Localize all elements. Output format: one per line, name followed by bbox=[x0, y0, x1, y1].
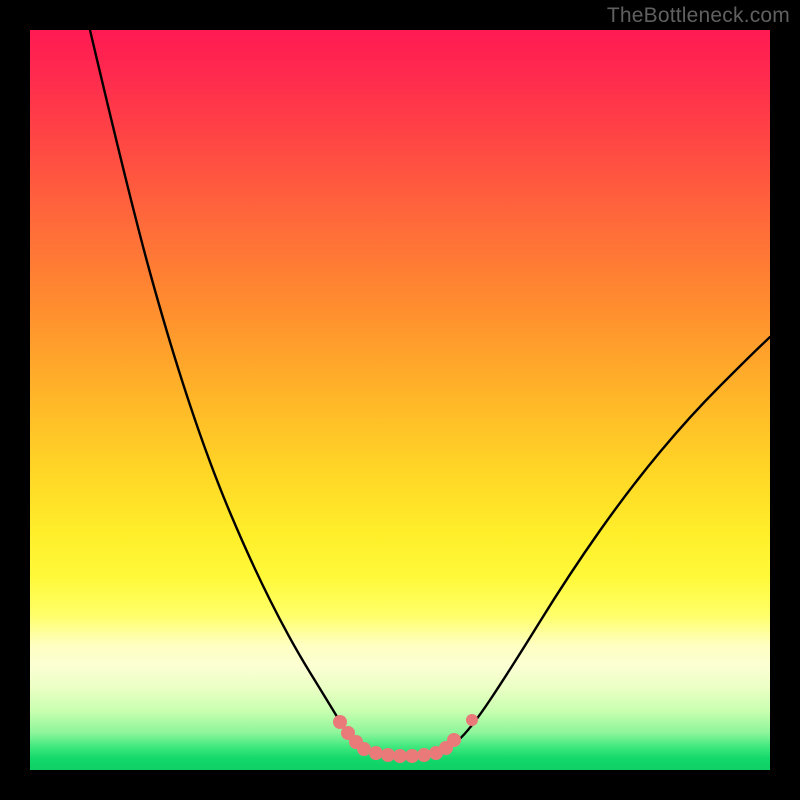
chart-frame: TheBottleneck.com bbox=[0, 0, 800, 800]
watermark-text: TheBottleneck.com bbox=[607, 4, 790, 28]
marker-dot bbox=[381, 748, 395, 762]
marker-dot bbox=[405, 749, 419, 763]
plot-area bbox=[30, 30, 770, 770]
marker-dot bbox=[369, 746, 383, 760]
chart-svg bbox=[30, 30, 770, 770]
marker-dot bbox=[447, 733, 461, 747]
marker-dot bbox=[357, 742, 371, 756]
bottleneck-curve bbox=[90, 30, 770, 756]
marker-group bbox=[333, 714, 478, 763]
marker-dot bbox=[466, 714, 478, 726]
marker-dot bbox=[417, 748, 431, 762]
marker-dot bbox=[393, 749, 407, 763]
